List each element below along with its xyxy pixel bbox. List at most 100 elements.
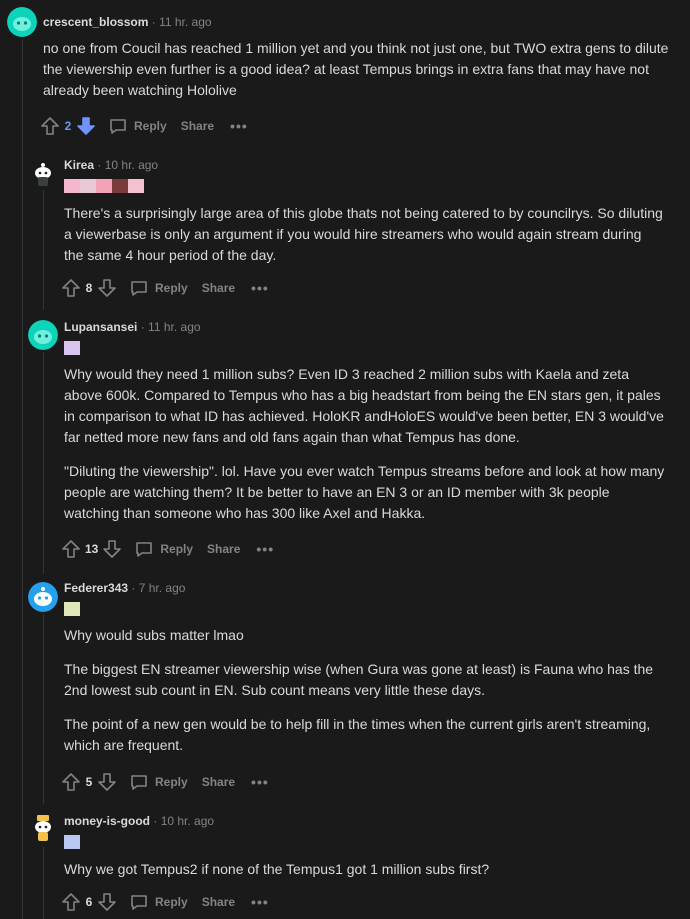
avatar-federer343[interactable] <box>28 582 58 612</box>
comment-body: Why we got Tempus2 if none of the Tempus… <box>64 859 666 880</box>
reply-button[interactable]: Reply <box>134 539 193 559</box>
separator-dot: · <box>97 158 105 172</box>
share-button[interactable]: Share <box>202 281 235 295</box>
comment-actions: 2 Reply Share ••• <box>40 114 248 138</box>
user-flair <box>64 341 80 355</box>
reply-button[interactable]: Reply <box>129 892 188 912</box>
vote-score: 13 <box>85 542 99 556</box>
more-options-button[interactable]: ••• <box>230 118 248 134</box>
share-button[interactable]: Share <box>202 775 235 789</box>
username[interactable]: Lupansansei <box>64 320 137 334</box>
comment-paragraph: The point of a new gen would be to help … <box>64 716 651 753</box>
comment-actions: 6 Reply Share ••• <box>61 890 269 914</box>
more-options-button[interactable]: ••• <box>256 541 274 557</box>
upvote-icon[interactable] <box>40 116 60 136</box>
username[interactable]: money-is-good <box>64 814 150 828</box>
snoo-avatar-icon <box>28 157 58 187</box>
upvote-icon[interactable] <box>61 539 81 559</box>
flair-emoji-icon <box>80 179 96 193</box>
flair-emoji-icon <box>128 179 144 193</box>
thread-line-kirea[interactable] <box>43 190 44 310</box>
username[interactable]: Kirea <box>64 158 94 172</box>
vote-controls: 13 <box>61 539 122 559</box>
flair-emoji-icon <box>64 341 80 355</box>
comment-paragraph: The biggest EN streamer viewership wise … <box>64 661 654 698</box>
reply-icon <box>131 895 147 910</box>
upvote-icon[interactable] <box>61 278 81 298</box>
flair-emoji-icon <box>64 179 80 193</box>
reply-label: Reply <box>134 119 167 133</box>
reply-icon <box>131 281 147 296</box>
more-options-button[interactable]: ••• <box>251 894 269 910</box>
vote-controls: 8 <box>61 278 117 298</box>
comment-actions: 8 Reply Share ••• <box>61 276 269 300</box>
comment-actions: 5 Reply Share ••• <box>61 770 269 794</box>
vote-controls: 2 <box>40 116 96 136</box>
avatar-crescent-blossom[interactable] <box>7 7 37 37</box>
thread-line-root[interactable] <box>22 40 23 919</box>
comment-body: no one from Coucil has reached 1 million… <box>43 38 673 101</box>
downvote-icon[interactable] <box>97 278 117 298</box>
downvote-icon[interactable] <box>76 116 96 136</box>
separator-dot: · <box>131 581 139 595</box>
upvote-icon[interactable] <box>61 772 81 792</box>
user-flair <box>64 602 80 616</box>
downvote-icon[interactable] <box>97 772 117 792</box>
snoo-avatar-icon <box>28 582 58 612</box>
vote-score: 2 <box>64 119 72 133</box>
flair-emoji-icon <box>64 835 80 849</box>
comment-actions: 13 Reply Share ••• <box>61 537 274 561</box>
user-flair <box>64 835 80 849</box>
comment-body: Why would they need 1 million subs? Even… <box>64 364 666 524</box>
more-options-button[interactable]: ••• <box>251 280 269 296</box>
snoo-avatar-icon <box>28 812 58 842</box>
reply-icon <box>131 775 147 790</box>
downvote-icon[interactable] <box>97 892 117 912</box>
share-button[interactable]: Share <box>181 119 214 133</box>
comment-paragraph: Why we got Tempus2 if none of the Tempus… <box>64 861 490 877</box>
user-flair <box>64 179 144 193</box>
reply-label: Reply <box>155 281 188 295</box>
timestamp[interactable]: 7 hr. ago <box>139 581 186 595</box>
thread-line-money[interactable] <box>43 847 44 919</box>
username[interactable]: Federer343 <box>64 581 128 595</box>
comment-paragraph: Why would subs matter lmao <box>64 627 244 643</box>
separator-dot: · <box>151 15 160 29</box>
reply-label: Reply <box>155 775 188 789</box>
reply-icon <box>110 119 126 134</box>
comment-paragraph: Why would they need 1 million subs? Even… <box>64 366 664 445</box>
thread-line-lupansansei[interactable] <box>43 352 44 574</box>
timestamp[interactable]: 11 hr. ago <box>159 15 212 29</box>
snoo-avatar-icon <box>7 7 37 37</box>
avatar-money-is-good[interactable] <box>28 812 58 842</box>
avatar-kirea[interactable] <box>28 157 58 187</box>
upvote-icon[interactable] <box>61 892 81 912</box>
more-options-button[interactable]: ••• <box>251 774 269 790</box>
thread-line-federer[interactable] <box>43 614 44 804</box>
flair-emoji-icon <box>112 179 128 193</box>
comment-paragraph: "Diluting the viewership". lol. Have you… <box>64 463 665 521</box>
comment-body: Why would subs matter lmao The biggest E… <box>64 625 666 756</box>
snoo-avatar-icon <box>28 320 58 350</box>
downvote-icon[interactable] <box>102 539 122 559</box>
reply-button[interactable]: Reply <box>108 116 167 136</box>
comment-paragraph: no one from Coucil has reached 1 million… <box>43 40 669 98</box>
vote-controls: 6 <box>61 892 117 912</box>
separator-dot: · <box>153 814 161 828</box>
username[interactable]: crescent_blossom <box>43 15 148 29</box>
comment-paragraph: There's a surprisingly large area of thi… <box>64 205 663 263</box>
vote-score: 8 <box>85 281 93 295</box>
reply-button[interactable]: Reply <box>129 772 188 792</box>
timestamp[interactable]: 10 hr. ago <box>105 158 158 172</box>
timestamp[interactable]: 10 hr. ago <box>161 814 214 828</box>
share-button[interactable]: Share <box>202 895 235 909</box>
reply-button[interactable]: Reply <box>129 278 188 298</box>
flair-emoji-icon <box>96 179 112 193</box>
reply-label: Reply <box>160 542 194 556</box>
reply-label: Reply <box>155 895 188 909</box>
vote-score: 6 <box>85 895 93 909</box>
share-button[interactable]: Share <box>207 542 240 556</box>
reply-icon <box>136 542 153 557</box>
timestamp[interactable]: 11 hr. ago <box>148 320 201 334</box>
avatar-lupansansei[interactable] <box>28 320 58 350</box>
